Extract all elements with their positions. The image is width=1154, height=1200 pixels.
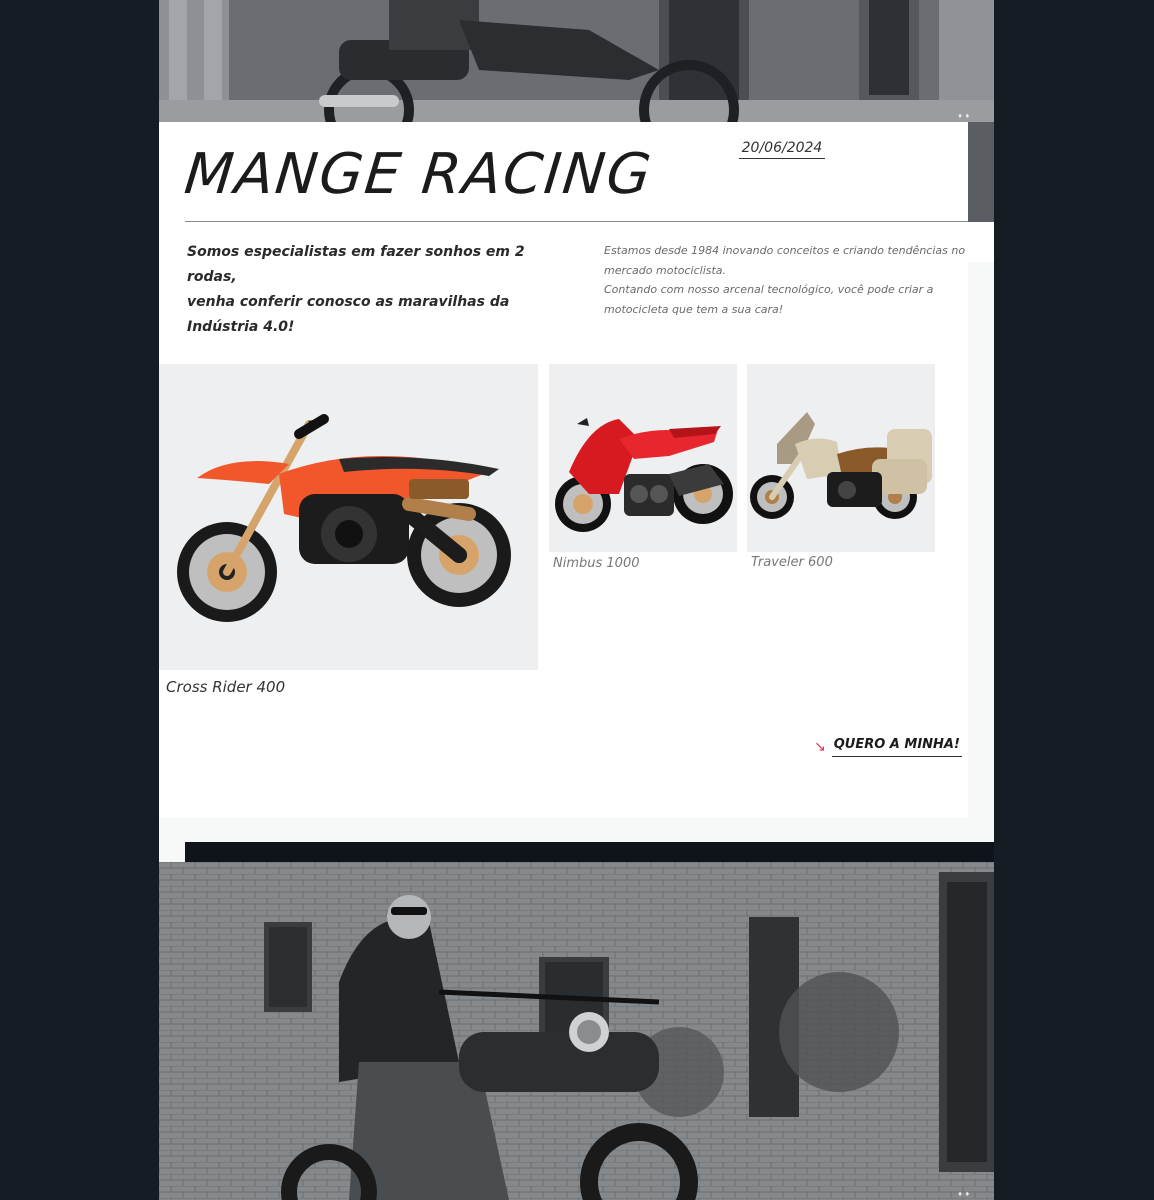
photo-credit: ♦ ♦ — [957, 113, 970, 120]
product-name-traveler: Traveler 600 — [751, 555, 833, 570]
red-sport-bike-image — [555, 418, 733, 532]
product-tile-traveler[interactable] — [747, 364, 935, 552]
product-tile-cross-rider[interactable] — [159, 364, 538, 670]
product-name-cross-rider: Cross Rider 400 — [166, 678, 286, 696]
slogan-line-1: Somos especialistas em fazer sonhos em 2… — [187, 244, 525, 285]
product-tile-nimbus[interactable] — [549, 364, 737, 552]
about-text: Estamos desde 1984 inovando conceitos e … — [604, 241, 974, 319]
orange-dirt-bike-image — [177, 414, 511, 622]
slogan-line-2: venha conferir conosco as maravilhas da … — [187, 294, 510, 335]
page-title: MANGE RACING — [181, 142, 656, 207]
date-label: 20/06/2024 — [739, 140, 825, 159]
page: ♦ ♦ MANGE RACING 20/06/2024 Somos especi… — [159, 0, 994, 1200]
about-paragraph-1: Estamos desde 1984 inovando conceitos e … — [604, 244, 966, 277]
arrow-down-right-icon: ↘ — [814, 739, 826, 755]
rider-photo-illustration — [159, 862, 994, 1200]
about-paragraph-2: Contando com nosso arcenal tecnológico, … — [604, 283, 934, 316]
content-card: MANGE RACING 20/06/2024 Somos especialis… — [159, 122, 968, 818]
cta-label[interactable]: QUERO A MINHA! — [831, 737, 962, 757]
beige-touring-bike-image — [750, 412, 932, 519]
photo-credit-bottom: ♦ ♦ — [957, 1191, 970, 1198]
hero-photo-bottom: ♦ ♦ — [159, 862, 994, 1200]
cta-link[interactable]: ↘ QUERO A MINHA! — [814, 737, 962, 757]
product-name-nimbus: Nimbus 1000 — [553, 556, 640, 571]
dark-band — [185, 842, 994, 864]
header-divider — [185, 221, 968, 222]
slogan-text: Somos especialistas em fazer sonhos em 2… — [187, 240, 567, 340]
